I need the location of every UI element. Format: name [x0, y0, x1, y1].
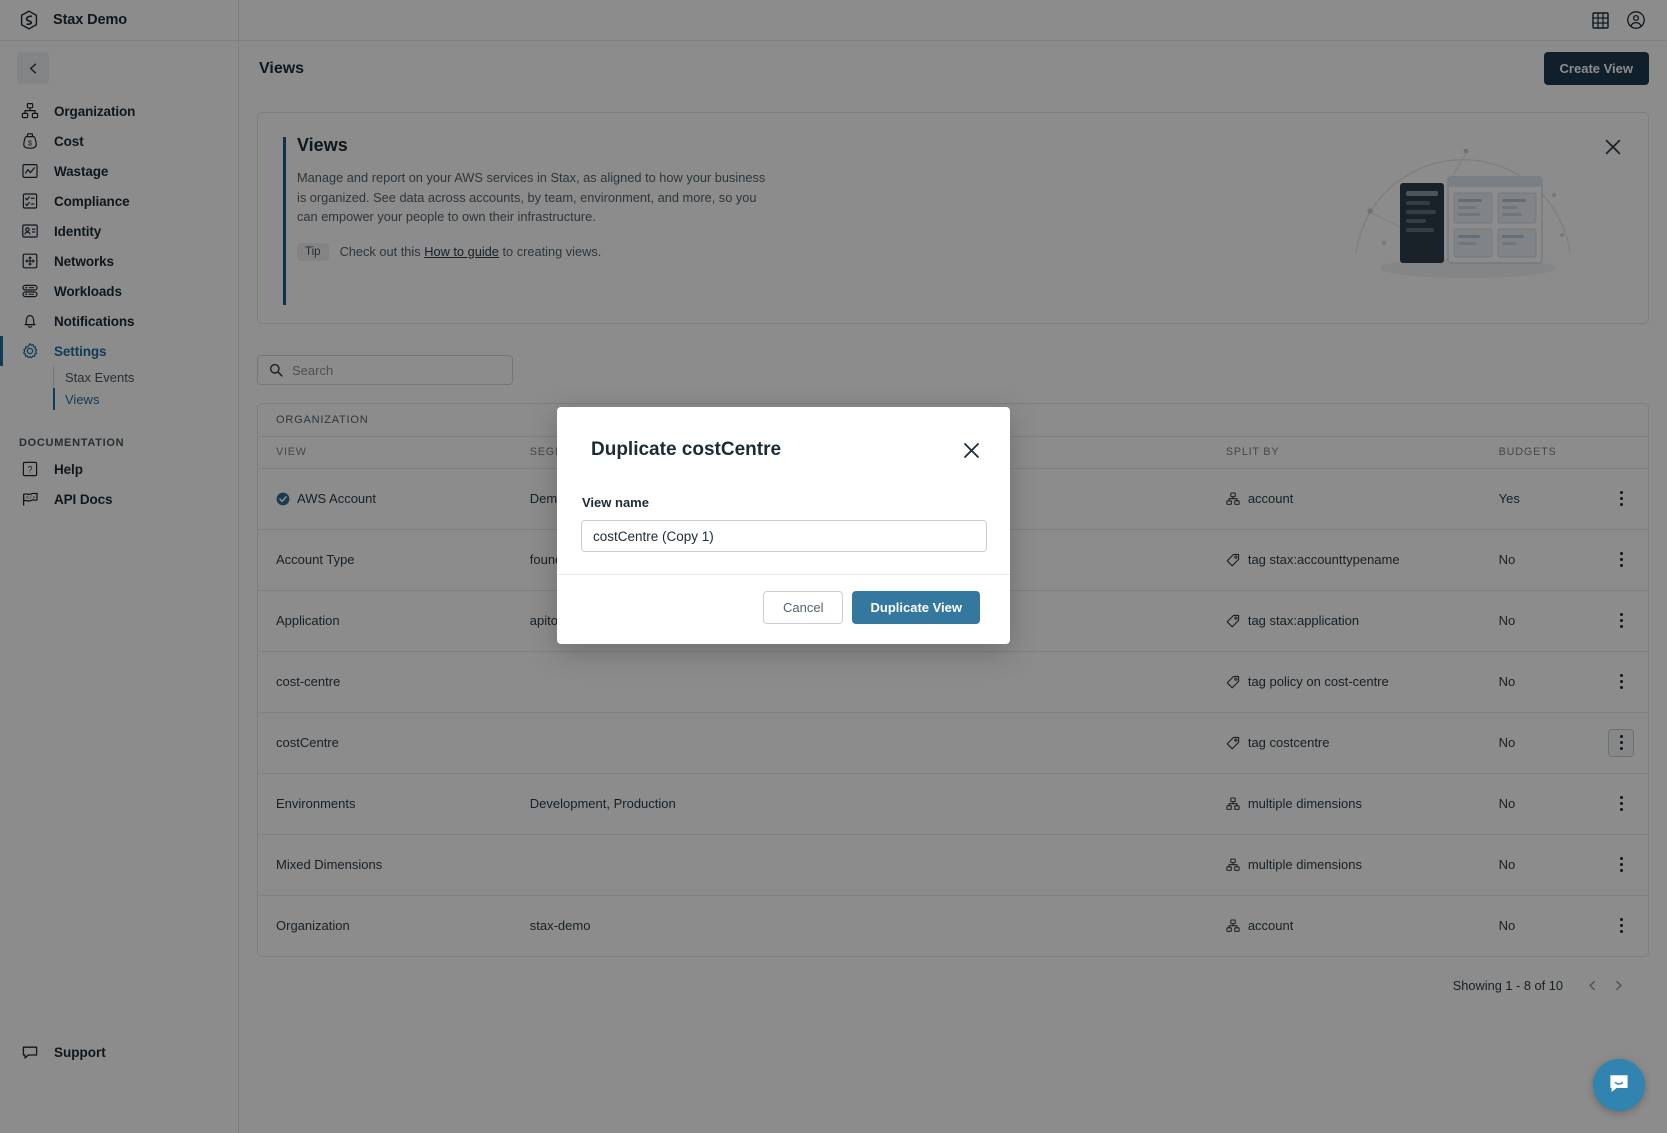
view-name-label: View name: [582, 495, 649, 510]
dialog-body: View name: [557, 461, 1010, 574]
close-icon[interactable]: [958, 437, 984, 463]
cancel-button[interactable]: Cancel: [763, 591, 844, 624]
dialog-footer: Cancel Duplicate View: [557, 574, 1010, 644]
messenger-launcher-button[interactable]: [1593, 1059, 1645, 1111]
dialog-header: Duplicate costCentre: [557, 407, 1010, 461]
messenger-icon: [1607, 1071, 1631, 1100]
duplicate-view-button[interactable]: Duplicate View: [852, 591, 980, 624]
view-name-input[interactable]: [581, 520, 987, 552]
dialog-title: Duplicate costCentre: [591, 439, 782, 460]
duplicate-view-dialog: Duplicate costCentre View name Cancel Du…: [557, 407, 1010, 644]
